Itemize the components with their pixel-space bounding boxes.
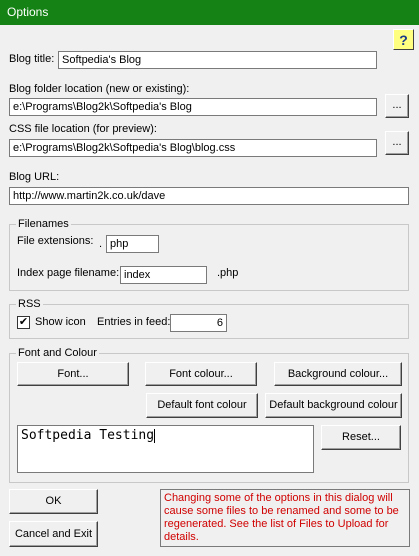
default-background-colour-button[interactable]: Default background colour [265, 393, 402, 418]
browse-css-button[interactable]: ... [385, 131, 409, 155]
window-title: Options [7, 5, 49, 19]
file-extensions-label: File extensions: [17, 235, 94, 247]
ok-button[interactable]: OK [9, 489, 98, 514]
font-button[interactable]: Font... [17, 362, 129, 386]
index-filename-label: Index page filename: [17, 267, 120, 279]
css-file-label: CSS file location (for preview): [9, 123, 157, 135]
filenames-group-label: Filenames [16, 218, 71, 231]
blog-url-label: Blog URL: [9, 171, 60, 183]
index-filename-input[interactable]: index [120, 266, 207, 284]
text-caret [154, 428, 156, 443]
font-colour-group-label: Font and Colour [16, 347, 99, 360]
help-button[interactable]: ? [393, 29, 414, 50]
default-font-colour-button[interactable]: Default font colour [146, 393, 258, 418]
title-bar: Options [0, 0, 419, 25]
entries-in-feed-label: Entries in feed: [97, 316, 171, 328]
reset-button[interactable]: Reset... [321, 425, 401, 450]
blog-folder-label: Blog folder location (new or existing): [9, 83, 190, 95]
rss-group-label: RSS [16, 298, 43, 311]
blog-url-input[interactable]: http://www.martin2k.co.uk/dave [9, 187, 409, 205]
blog-title-label: Blog title: [9, 53, 55, 65]
browse-folder-button[interactable]: ... [385, 94, 409, 118]
font-preview-text: Softpedia Testing [21, 428, 155, 443]
index-filename-suffix: .php [217, 267, 239, 279]
file-extensions-dot: . [99, 238, 103, 250]
show-icon-label: Show icon [35, 316, 86, 328]
entries-in-feed-input[interactable]: 6 [170, 314, 227, 332]
options-warning-note: Changing some of the options in this dia… [160, 489, 410, 547]
cancel-and-exit-button[interactable]: Cancel and Exit [9, 521, 98, 547]
font-preview-box[interactable]: Softpedia Testing [17, 425, 314, 473]
file-extensions-input[interactable]: php [106, 235, 159, 253]
font-colour-button[interactable]: Font colour... [145, 362, 257, 386]
blog-folder-input[interactable]: e:\Programs\Blog2k\Softpedia's Blog [9, 98, 377, 116]
css-file-input[interactable]: e:\Programs\Blog2k\Softpedia's Blog\blog… [9, 139, 377, 157]
options-dialog: Options ? Blog title: Softpedia's Blog B… [0, 0, 419, 556]
background-colour-button[interactable]: Background colour... [274, 362, 402, 386]
show-icon-checkbox[interactable]: ✔ [17, 316, 30, 329]
blog-title-input[interactable]: Softpedia's Blog [58, 51, 377, 69]
